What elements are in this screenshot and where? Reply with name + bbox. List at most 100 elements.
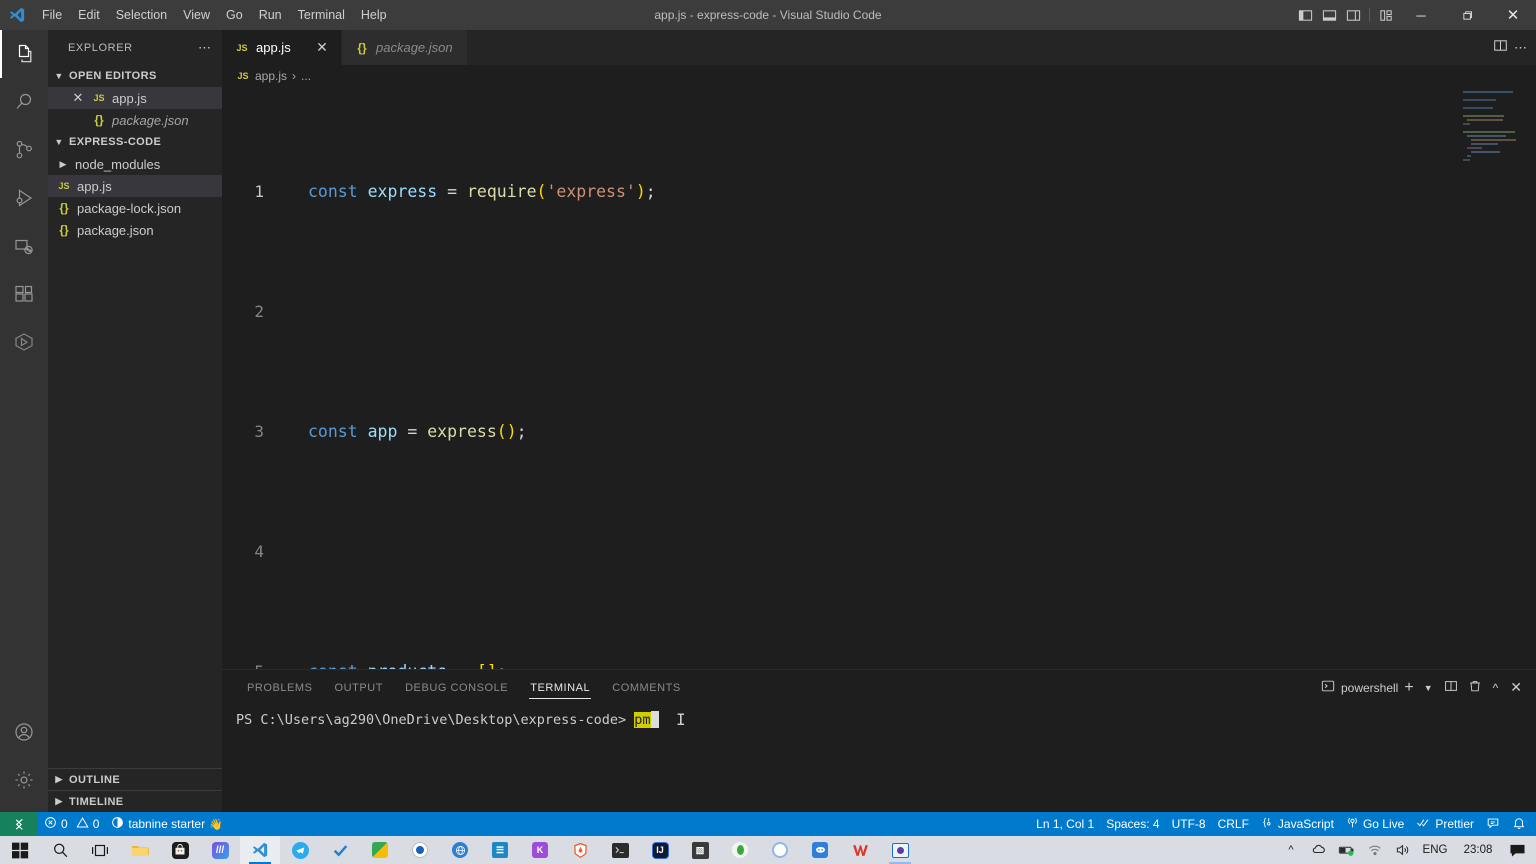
file-package-json[interactable]: {} package.json — [48, 219, 222, 241]
tray-chevron-up-icon[interactable]: ^ — [1278, 836, 1304, 864]
taskbar-microsoft-store-icon[interactable] — [160, 836, 200, 864]
taskbar-todoist-icon[interactable] — [320, 836, 360, 864]
activity-extensions[interactable] — [0, 270, 48, 318]
taskbar-media-player-icon[interactable] — [400, 836, 440, 864]
taskbar-w-app-icon[interactable] — [840, 836, 880, 864]
activity-source-control[interactable] — [0, 126, 48, 174]
taskbar-kdenlive-icon[interactable]: K — [520, 836, 560, 864]
taskbar-file-explorer-icon[interactable] — [120, 836, 160, 864]
editor-scrollbar[interactable] — [1522, 87, 1536, 669]
tray-onedrive-icon[interactable] — [1306, 836, 1332, 864]
chevron-down-icon[interactable]: ▼ — [1420, 683, 1437, 693]
file-app-js[interactable]: JS app.js — [48, 175, 222, 197]
toggle-primary-sidebar-icon[interactable] — [1293, 0, 1317, 30]
taskbar-google-photos-icon[interactable] — [360, 836, 400, 864]
panel-tab-output[interactable]: OUTPUT — [324, 670, 395, 705]
sidebar-more-actions-icon[interactable]: ⋯ — [198, 40, 212, 56]
activity-docker[interactable] — [0, 318, 48, 366]
remote-window-icon[interactable] — [0, 812, 38, 836]
split-editor-icon[interactable] — [1493, 38, 1508, 58]
tray-language-indicator[interactable]: ENG — [1418, 836, 1452, 864]
code-editor[interactable]: 1const express = require('express'); 2 3… — [222, 87, 1536, 669]
breadcrumb-file[interactable]: app.js — [255, 69, 287, 83]
tray-clock[interactable]: 23:08 — [1454, 836, 1502, 864]
status-problems[interactable]: 0 0 — [38, 812, 105, 836]
status-go-live[interactable]: Go Live — [1340, 812, 1410, 836]
panel-tab-problems[interactable]: PROBLEMS — [236, 670, 324, 705]
panel-tab-comments[interactable]: COMMENTS — [601, 670, 692, 705]
close-icon[interactable]: ✕ — [70, 90, 86, 106]
maximize-button[interactable] — [1444, 0, 1490, 30]
status-cursor-position[interactable]: Ln 1, Col 1 — [1030, 812, 1100, 836]
split-terminal-icon[interactable] — [1441, 679, 1461, 696]
activity-accounts[interactable] — [0, 708, 48, 756]
menu-file[interactable]: File — [34, 0, 70, 30]
tray-network-icon[interactable] — [1362, 836, 1388, 864]
toggle-panel-icon[interactable] — [1317, 0, 1341, 30]
tray-volume-icon[interactable] — [1390, 836, 1416, 864]
taskbar-browser-blue-icon[interactable] — [440, 836, 480, 864]
taskbar-dark-app-icon[interactable]: ▧ — [680, 836, 720, 864]
minimap[interactable] — [1460, 87, 1522, 669]
tray-action-center-icon[interactable] — [1504, 836, 1530, 864]
taskbar-vscode-icon[interactable] — [240, 836, 280, 864]
status-encoding[interactable]: UTF-8 — [1166, 812, 1212, 836]
breadcrumb[interactable]: JS app.js › ... — [222, 65, 1536, 87]
taskbar-intellij-icon[interactable]: IJ — [640, 836, 680, 864]
file-package-lock-json[interactable]: {} package-lock.json — [48, 197, 222, 219]
taskbar-task-view-icon[interactable] — [80, 836, 120, 864]
activity-explorer[interactable] — [0, 30, 48, 78]
terminal-shell-selector[interactable]: powershell — [1321, 679, 1398, 696]
customize-layout-icon[interactable] — [1374, 0, 1398, 30]
status-feedback[interactable] — [1480, 812, 1506, 836]
menu-selection[interactable]: Selection — [108, 0, 175, 30]
section-open-editors[interactable]: ▼ OPEN EDITORS — [48, 65, 222, 87]
menu-terminal[interactable]: Terminal — [290, 0, 353, 30]
code-content[interactable]: 1const express = require('express'); 2 3… — [222, 87, 1536, 669]
kill-terminal-icon[interactable] — [1465, 679, 1485, 696]
toggle-secondary-sidebar-icon[interactable] — [1341, 0, 1365, 30]
tab-close-icon[interactable]: ✕ — [313, 39, 331, 56]
status-eol[interactable]: CRLF — [1212, 812, 1255, 836]
close-panel-icon[interactable]: ✕ — [1506, 679, 1526, 696]
taskbar-telegram-icon[interactable] — [280, 836, 320, 864]
tab-app-js[interactable]: JS app.js ✕ — [222, 30, 342, 65]
status-tabnine[interactable]: tabnine starter 👋 — [105, 812, 228, 836]
taskbar-search-icon[interactable] — [40, 836, 80, 864]
window-controls[interactable]: ─ ✕ — [1293, 0, 1536, 30]
activity-manage-gear-icon[interactable] — [0, 756, 48, 804]
status-language-mode[interactable]: JavaScript — [1255, 812, 1340, 836]
close-button[interactable]: ✕ — [1490, 0, 1536, 30]
minimize-button[interactable]: ─ — [1398, 0, 1444, 30]
menu-edit[interactable]: Edit — [70, 0, 108, 30]
activity-run-and-debug[interactable] — [0, 174, 48, 222]
pane-outline[interactable]: ▶ OUTLINE — [48, 768, 222, 790]
tab-package-json[interactable]: {} package.json — [342, 30, 468, 65]
taskbar-notes-icon[interactable]: ☰ — [480, 836, 520, 864]
section-express-code[interactable]: ▼ EXPRESS-CODE — [48, 131, 222, 153]
taskbar-terminal-icon[interactable] — [600, 836, 640, 864]
breadcrumb-rest[interactable]: ... — [301, 69, 311, 83]
taskbar-camera-app-icon[interactable] — [880, 836, 920, 864]
editor-more-actions-icon[interactable]: ⋯ — [1514, 40, 1528, 56]
file-node-modules[interactable]: ▶ node_modules — [48, 153, 222, 175]
maximize-panel-icon[interactable]: ^ — [1489, 681, 1503, 695]
pane-timeline[interactable]: ▶ TIMELINE — [48, 790, 222, 812]
new-terminal-icon[interactable]: + — [1402, 679, 1415, 697]
open-editor-package-json[interactable]: {} package.json — [48, 109, 222, 131]
tray-battery-icon[interactable] — [1334, 836, 1360, 864]
terminal-body[interactable]: PS C:\Users\ag290\OneDrive\Desktop\expre… — [222, 705, 1536, 728]
panel-tab-debug-console[interactable]: DEBUG CONSOLE — [394, 670, 519, 705]
activity-search[interactable] — [0, 78, 48, 126]
status-notifications[interactable] — [1506, 812, 1536, 836]
taskbar-brave-browser-icon[interactable] — [560, 836, 600, 864]
taskbar-green-app-icon[interactable] — [720, 836, 760, 864]
panel-tab-terminal[interactable]: TERMINAL — [519, 670, 601, 705]
open-editor-app-js[interactable]: ✕ JS app.js — [48, 87, 222, 109]
menu-view[interactable]: View — [175, 0, 218, 30]
status-prettier[interactable]: Prettier — [1410, 812, 1480, 836]
taskbar-discord-icon[interactable] — [800, 836, 840, 864]
menu-go[interactable]: Go — [218, 0, 251, 30]
menu-help[interactable]: Help — [353, 0, 395, 30]
menu-run[interactable]: Run — [251, 0, 290, 30]
